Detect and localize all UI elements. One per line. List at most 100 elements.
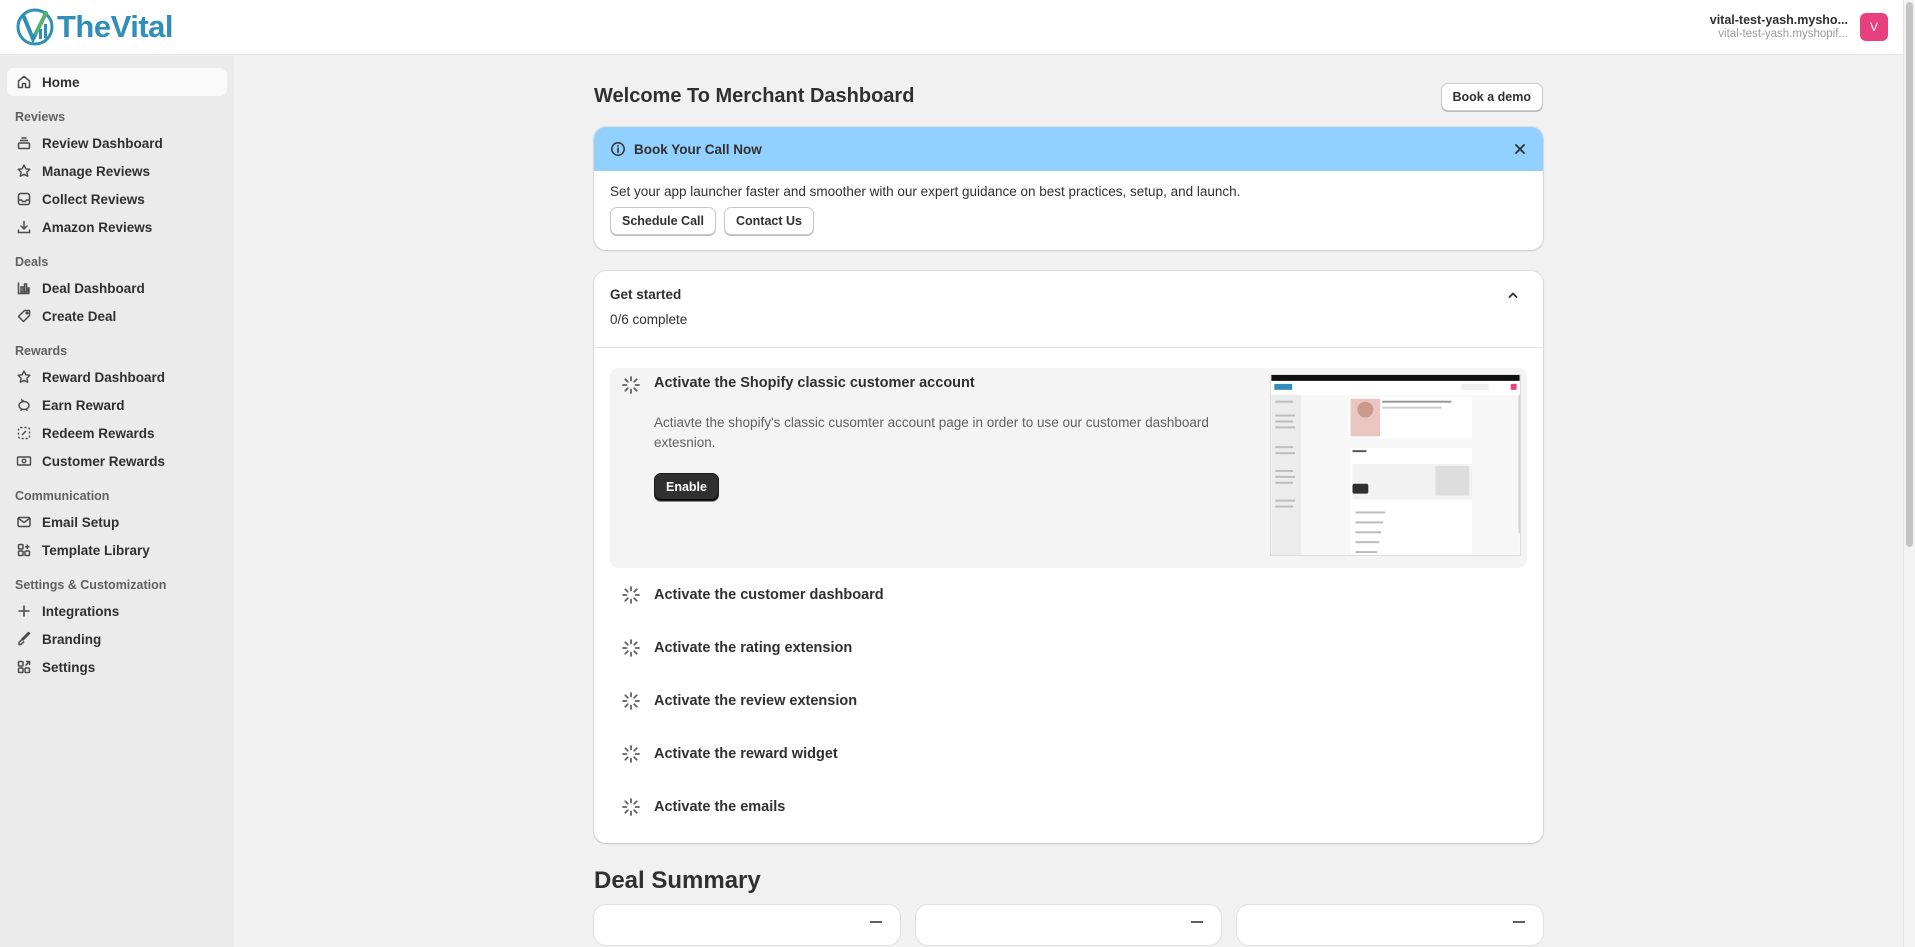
sidebar-item-settings[interactable]: Settings: [7, 653, 227, 681]
progress-spinner-icon: [622, 691, 640, 710]
sidebar-item-branding[interactable]: Branding: [7, 625, 227, 653]
progress-spinner-icon: [622, 376, 640, 394]
nav-section-communication: Communication: [15, 489, 110, 503]
calendar-icon[interactable]: [869, 921, 882, 931]
paint-brush-icon: [18, 631, 31, 646]
sidebar-item-label: Manage Reviews: [42, 163, 151, 179]
chevron-up-icon[interactable]: [1507, 289, 1519, 301]
task-item-expanded[interactable]: Activate the Shopify classic customer ac…: [610, 368, 1527, 568]
progress-spinner-icon: [622, 638, 640, 657]
nav-section-rewards: Rewards: [15, 344, 68, 358]
task-list: Activate the Shopify classic customer ac…: [594, 348, 1543, 843]
task-description: Actiavte the shopify's classic cusomter …: [654, 415, 1209, 450]
email-icon: [17, 516, 31, 528]
sidebar-item-redeem-rewards[interactable]: Redeem Rewards: [7, 419, 227, 447]
plus-icon: [18, 605, 30, 617]
discount-icon: [17, 309, 31, 323]
deal-summary-card: [915, 905, 1222, 945]
sidebar-item-customer-rewards[interactable]: Customer Rewards: [7, 447, 227, 475]
scrollbar-thumb[interactable]: [1906, 2, 1913, 547]
sidebar-item-label: Review Dashboard: [42, 135, 163, 151]
calendar-icon[interactable]: [1513, 921, 1526, 931]
app-name: TheVital: [57, 9, 174, 44]
sidebar-item-label: Create Deal: [42, 308, 117, 324]
banner-text: Set your app launcher faster and smoothe…: [610, 184, 1241, 199]
sidebar-item-manage-reviews[interactable]: Manage Reviews: [7, 157, 227, 185]
task-item[interactable]: Activate the customer dashboard: [610, 568, 1527, 621]
sidebar-item-label: Deal Dashboard: [42, 280, 145, 296]
sidebar-item-collect-reviews[interactable]: Collect Reviews: [7, 185, 227, 213]
sidebar-item-label: Branding: [42, 631, 102, 647]
cash-icon: [16, 456, 32, 466]
download-icon: [17, 220, 31, 234]
piggy-bank-icon: [18, 398, 30, 411]
sidebar-item-label: Home: [42, 74, 80, 90]
store-name: vital-test-yash.mysho...: [1709, 12, 1848, 27]
sidebar-item-label: Earn Reward: [42, 397, 125, 413]
calendar-icon[interactable]: [1191, 921, 1204, 931]
task-title: Activate the customer dashboard: [654, 586, 884, 603]
star-icon: [17, 370, 31, 383]
task-item[interactable]: Activate the reward widget: [610, 727, 1527, 780]
sidebar-item-review-dashboard[interactable]: Review Dashboard: [7, 129, 227, 157]
bar-chart-icon: [17, 282, 30, 295]
sidebar-item-home[interactable]: Home: [7, 68, 227, 96]
get-started-header[interactable]: Get started 0/6 complete: [594, 271, 1543, 348]
sidebar-item-label: Redeem Rewards: [42, 425, 155, 441]
deal-summary-card: [594, 905, 900, 945]
task-item[interactable]: Activate the rating extension: [610, 621, 1527, 674]
task-title: Activate the emails: [654, 798, 786, 815]
home-icon: [17, 75, 31, 89]
sidebar: Home Reviews Review Dashboard Manage Rev…: [0, 56, 234, 947]
sidebar-item-label: Amazon Reviews: [42, 219, 153, 235]
task-title: Activate the rating extension: [654, 639, 853, 656]
star-icon: [17, 164, 31, 177]
dashed-discount-icon: [17, 426, 31, 440]
task-item[interactable]: Activate the emails: [610, 780, 1527, 833]
sidebar-item-reward-dashboard[interactable]: Reward Dashboard: [7, 363, 227, 391]
page-scrollbar[interactable]: [1903, 0, 1915, 947]
apps-icon: [17, 660, 31, 674]
sidebar-item-email-setup[interactable]: Email Setup: [7, 508, 227, 536]
task-title: Activate the reward widget: [654, 745, 838, 762]
app-logo[interactable]: TheVital: [15, 7, 174, 47]
nav-section-settings: Settings & Customization: [15, 578, 167, 592]
get-started-progress: 0/6 complete: [610, 312, 688, 327]
contact-us-button[interactable]: Contact Us: [723, 207, 814, 235]
progress-spinner-icon: [622, 585, 640, 604]
store-switcher[interactable]: vital-test-yash.mysho... vital-test-yash…: [1710, 13, 1888, 42]
info-icon: [611, 142, 625, 156]
enable-button[interactable]: Enable: [654, 473, 719, 501]
banner-title: Book Your Call Now: [634, 141, 762, 157]
deal-summary-title: Deal Summary: [594, 867, 761, 894]
inbox-icon: [17, 192, 31, 206]
deal-summary-cards: [594, 905, 1544, 945]
main-content: Welcome To Merchant Dashboard Book a dem…: [594, 56, 1544, 945]
sidebar-item-label: Template Library: [42, 542, 150, 558]
task-item[interactable]: Activate the review extension: [610, 674, 1527, 727]
avatar[interactable]: V: [1860, 12, 1888, 41]
schedule-call-button[interactable]: Schedule Call: [610, 207, 716, 235]
sidebar-item-create-deal[interactable]: Create Deal: [7, 302, 227, 330]
book-call-banner: Book Your Call Now Set your app launcher…: [594, 127, 1543, 250]
progress-spinner-icon: [622, 797, 640, 816]
nav-section-reviews: Reviews: [15, 110, 66, 124]
sidebar-item-amazon-reviews[interactable]: Amazon Reviews: [7, 213, 227, 241]
page-title: Welcome To Merchant Dashboard: [594, 85, 915, 107]
sidebar-item-label: Email Setup: [42, 514, 120, 530]
sidebar-item-integrations[interactable]: Integrations: [7, 597, 227, 625]
store-domain: vital-test-yash.myshopif...: [1718, 27, 1848, 40]
close-icon[interactable]: [1513, 142, 1527, 156]
sidebar-item-template-library[interactable]: Template Library: [7, 536, 227, 564]
setup-preview-image: [1270, 374, 1521, 556]
vital-logo-icon: [16, 8, 54, 46]
sidebar-item-label: Reward Dashboard: [42, 369, 166, 385]
apps-icon: [17, 543, 31, 557]
progress-spinner-icon: [622, 744, 640, 763]
book-demo-button[interactable]: Book a demo: [1440, 82, 1543, 111]
sidebar-item-deal-dashboard[interactable]: Deal Dashboard: [7, 274, 227, 302]
sidebar-item-earn-reward[interactable]: Earn Reward: [7, 391, 227, 419]
deal-summary-card: [1237, 905, 1544, 945]
stack-icon: [17, 137, 31, 150]
get-started-card: Get started 0/6 complete Activate the Sh…: [594, 271, 1543, 843]
